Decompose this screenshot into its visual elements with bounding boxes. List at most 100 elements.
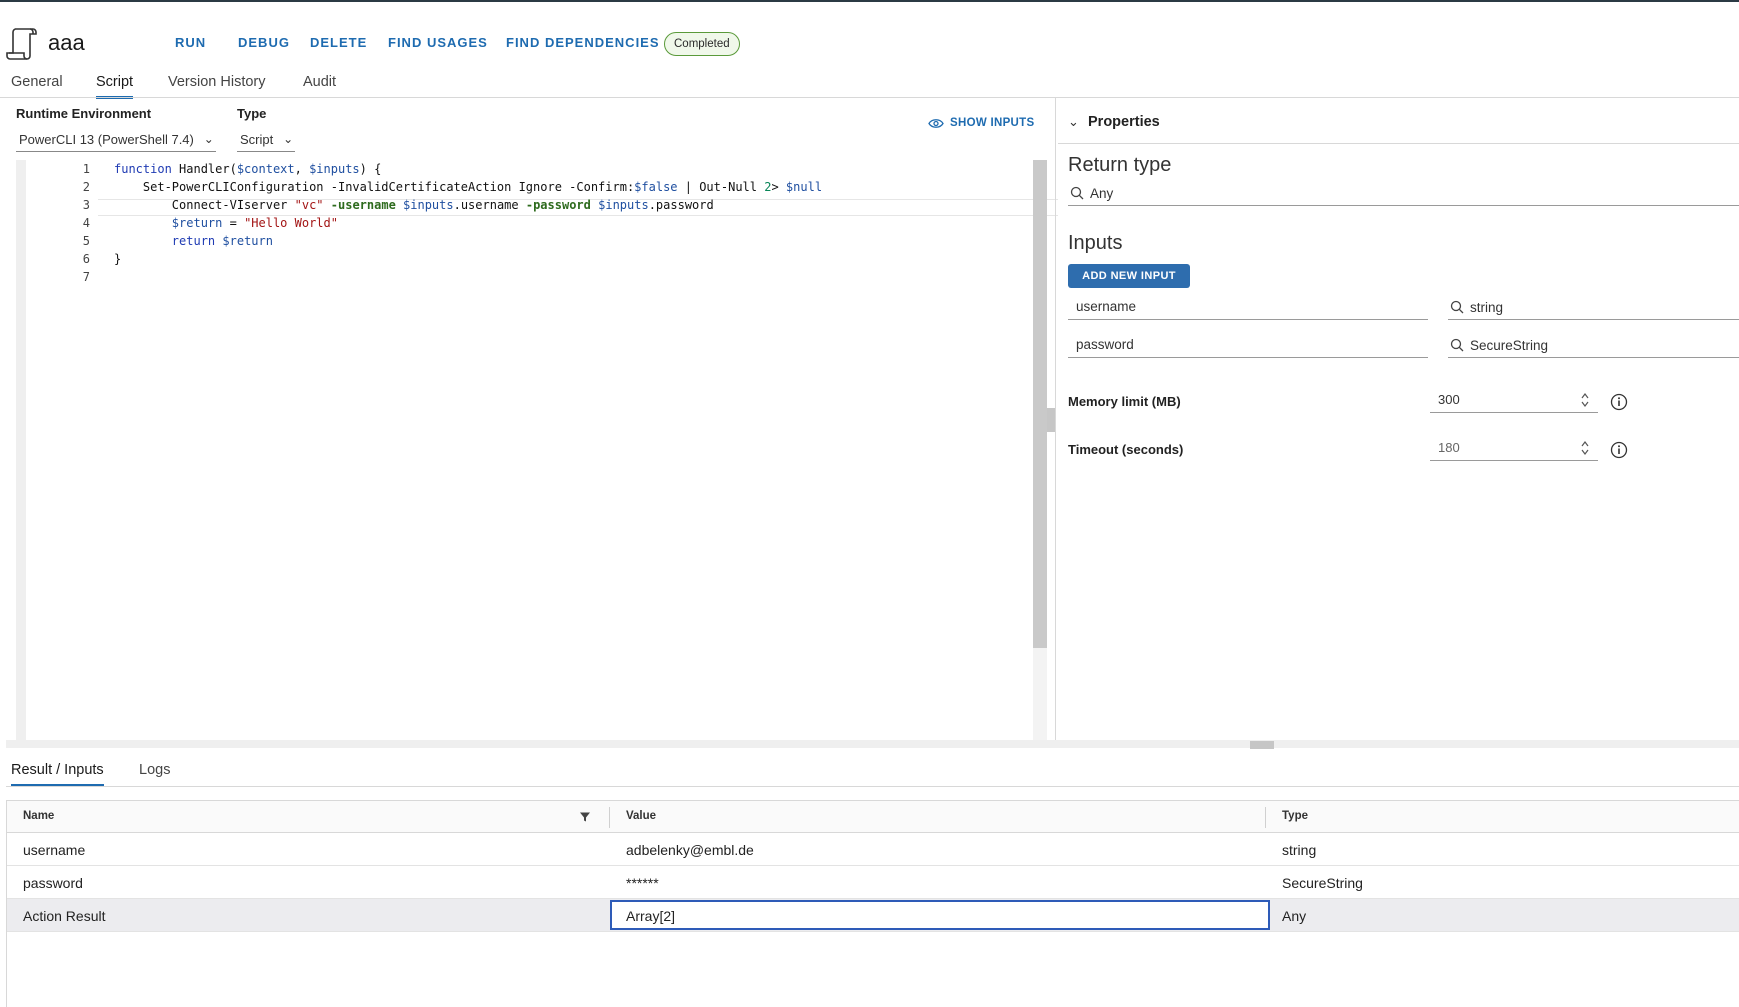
stepper-icon[interactable] [1580,392,1590,408]
search-icon [1070,186,1084,200]
code-line-5: return $return [114,234,273,248]
info-icon[interactable] [1610,441,1628,459]
code-line-6: } [114,252,121,266]
return-type-title: Return type [1068,154,1172,176]
search-icon [1450,300,1464,314]
vertical-split-handle[interactable] [1047,408,1055,432]
script-document-icon [6,28,37,60]
code-token: $context [236,162,295,176]
code-token: Set-PowerCLIConfiguration -InvalidCertif… [114,180,635,194]
code-token: $return [171,216,223,230]
input-name-field[interactable]: username [1068,296,1428,320]
cell-type: Any [1282,908,1307,924]
input-type-field[interactable]: string [1448,298,1739,320]
horizontal-splitter[interactable] [6,740,1739,748]
code-token: | Out-Null [677,180,765,194]
grid-header: Name Value Type [7,800,1739,833]
code-token: return [171,234,216,248]
code-token: -username [330,198,396,212]
properties-title: Properties [1088,114,1160,130]
code-token: > [771,180,786,194]
show-inputs-button[interactable]: SHOW INPUTS [928,117,1034,129]
cell-focus-outline[interactable] [610,900,1270,930]
tab-audit[interactable]: Audit [303,74,336,96]
code-token: , [294,162,310,176]
find-dependencies-button[interactable]: FIND DEPENDENCIES [506,35,660,50]
timeout-label: Timeout (seconds) [1068,442,1184,457]
line-number: 7 [82,270,90,284]
cell-type: SecureString [1282,875,1363,891]
line-number: 2 [82,180,90,194]
cell-name: Action Result [23,908,106,924]
code-line-4: $return = "Hello World" [114,216,338,230]
column-header-type[interactable]: Type [1282,810,1308,822]
add-new-input-button[interactable]: ADD NEW INPUT [1068,264,1190,288]
code-token: $inputs [309,162,360,176]
properties-panel: ⌄ Properties Return type Any Inputs ADD … [1058,98,1739,743]
filter-icon[interactable] [579,811,591,823]
line-number: 6 [82,252,90,266]
cell-value: adbelenky@embl.de [626,842,754,858]
header: aaa RUN DEBUG DELETE FIND USAGES FIND DE… [0,2,1739,62]
tab-logs[interactable]: Logs [139,762,170,784]
stepper-icon[interactable] [1580,440,1590,456]
tab-general[interactable]: General [11,74,63,96]
tab-result-inputs[interactable]: Result / Inputs [11,762,104,787]
properties-header[interactable]: ⌄ Properties [1058,110,1739,144]
chevron-down-icon: ⌄ [1068,114,1079,129]
cell-name: password [23,875,83,891]
code-token: "vc" [294,198,324,212]
chevron-down-icon: ⌄ [203,132,214,146]
page-title: aaa [48,30,85,55]
debug-button[interactable]: DEBUG [238,35,290,50]
code-token: .username [453,198,526,212]
table-row-selected[interactable]: Action Result Array[2] Any [7,899,1739,932]
input-type-field[interactable]: SecureString [1448,336,1739,358]
cell-type: string [1282,842,1317,858]
tab-script[interactable]: Script [96,74,134,99]
code-token: -password [525,198,591,212]
memory-limit-label: Memory limit (MB) [1068,394,1181,409]
cell-name: username [23,842,86,858]
table-row[interactable]: password ****** SecureString [7,866,1739,899]
info-icon[interactable] [1610,393,1628,411]
find-usages-button[interactable]: FIND USAGES [388,35,488,50]
column-header-value[interactable]: Value [626,810,656,822]
delete-button[interactable]: DELETE [310,35,367,50]
tab-version-history[interactable]: Version History [168,74,266,96]
inputs-title: Inputs [1068,232,1123,254]
vertical-split-line [1055,98,1056,743]
type-select[interactable]: Script ⌄ [237,130,296,152]
memory-limit-value: 300 [1438,392,1460,407]
input-name-field[interactable]: password [1068,334,1428,358]
input-type-value: string [1470,300,1504,315]
horizontal-split-handle[interactable] [1250,741,1274,749]
memory-limit-input[interactable]: 300 [1430,389,1598,413]
editor-scrollbar[interactable] [1033,160,1047,648]
run-button[interactable]: RUN [175,35,206,50]
table-row[interactable]: username adbelenky@embl.de string [7,833,1739,866]
cell-value: ****** [626,875,659,891]
code-token: } [114,252,122,266]
timeout-value: 180 [1438,440,1460,455]
input-type-value: SecureString [1470,338,1549,353]
code-editor[interactable]: 1 2 3 4 5 6 7 function Handler($context,… [16,160,1058,742]
code-token: "Hello World" [244,216,338,230]
return-type-field[interactable]: Any [1068,184,1739,206]
line-number: 3 [82,198,90,212]
column-header-name[interactable]: Name [23,810,54,822]
column-separator[interactable] [1265,807,1266,828]
runtime-select[interactable]: PowerCLI 13 (PowerShell 7.4) ⌄ [16,130,216,152]
result-tabs-divider [6,786,1739,787]
runtime-select-value: PowerCLI 13 (PowerShell 7.4) [19,132,194,147]
editor-scrollbar-track [1033,648,1047,742]
runtime-label: Runtime Environment [16,106,152,121]
timeout-input[interactable]: 180 [1430,437,1598,461]
type-label: Type [237,106,267,121]
line-number: 1 [82,162,90,176]
column-separator[interactable] [609,807,610,828]
code-token: function [114,162,172,176]
